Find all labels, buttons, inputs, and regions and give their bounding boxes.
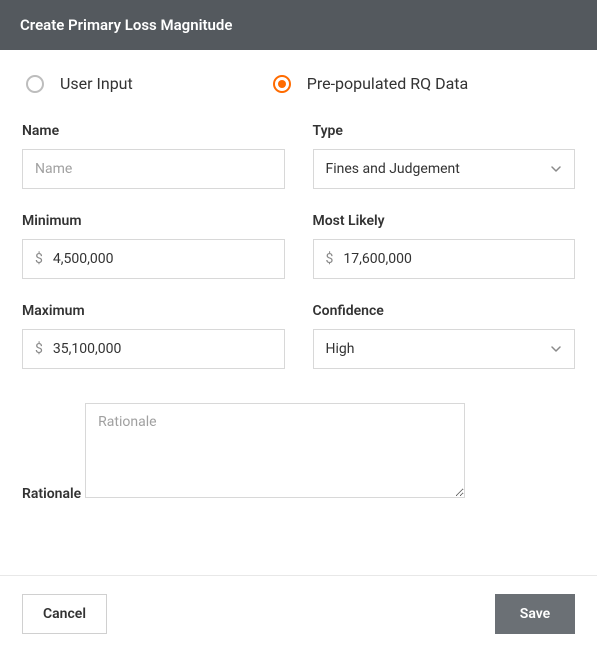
radio-label: User Input: [60, 74, 133, 93]
label-confidence: Confidence: [313, 303, 576, 319]
modal-header: Create Primary Loss Magnitude: [0, 0, 597, 50]
dollar-icon: $: [35, 251, 43, 267]
minimum-input-wrap[interactable]: $: [22, 239, 285, 279]
dollar-icon: $: [326, 251, 334, 267]
field-rationale: Rationale: [22, 393, 575, 502]
radio-label: Pre-populated RQ Data: [307, 74, 468, 93]
chevron-down-icon: [550, 163, 562, 175]
form-grid: Name Type Fines and Judgement Minimum $ …: [22, 123, 575, 369]
radio-user-input[interactable]: User Input: [26, 74, 133, 93]
save-button[interactable]: Save: [495, 594, 575, 634]
radio-rq-data[interactable]: Pre-populated RQ Data: [273, 74, 468, 93]
field-minimum: Minimum $: [22, 213, 285, 279]
radio-icon: [26, 75, 44, 93]
dollar-icon: $: [35, 341, 43, 357]
modal-title: Create Primary Loss Magnitude: [20, 16, 232, 34]
modal-footer: Cancel Save: [0, 575, 597, 652]
rationale-textarea[interactable]: [85, 403, 465, 498]
minimum-input[interactable]: [53, 251, 272, 267]
field-most-likely: Most Likely $: [313, 213, 576, 279]
create-primary-loss-modal: Create Primary Loss Magnitude User Input…: [0, 0, 597, 652]
type-value: Fines and Judgement: [326, 161, 460, 177]
label-type: Type: [313, 123, 576, 139]
input-source-radios: User Input Pre-populated RQ Data: [22, 74, 575, 93]
maximum-input[interactable]: [53, 341, 272, 357]
label-name: Name: [22, 123, 285, 139]
most-likely-input[interactable]: [343, 251, 562, 267]
field-confidence: Confidence High: [313, 303, 576, 369]
maximum-input-wrap[interactable]: $: [22, 329, 285, 369]
chevron-down-icon: [550, 343, 562, 355]
confidence-select[interactable]: High: [313, 329, 576, 369]
modal-body: User Input Pre-populated RQ Data Name Ty…: [0, 50, 597, 575]
field-name: Name: [22, 123, 285, 189]
name-input[interactable]: [22, 149, 285, 189]
type-select[interactable]: Fines and Judgement: [313, 149, 576, 189]
confidence-value: High: [326, 341, 355, 357]
label-maximum: Maximum: [22, 303, 285, 319]
most-likely-input-wrap[interactable]: $: [313, 239, 576, 279]
cancel-button[interactable]: Cancel: [22, 594, 107, 634]
label-most-likely: Most Likely: [313, 213, 576, 229]
label-rationale: Rationale: [22, 486, 81, 502]
field-maximum: Maximum $: [22, 303, 285, 369]
radio-icon-selected: [273, 75, 291, 93]
label-minimum: Minimum: [22, 213, 285, 229]
field-type: Type Fines and Judgement: [313, 123, 576, 189]
